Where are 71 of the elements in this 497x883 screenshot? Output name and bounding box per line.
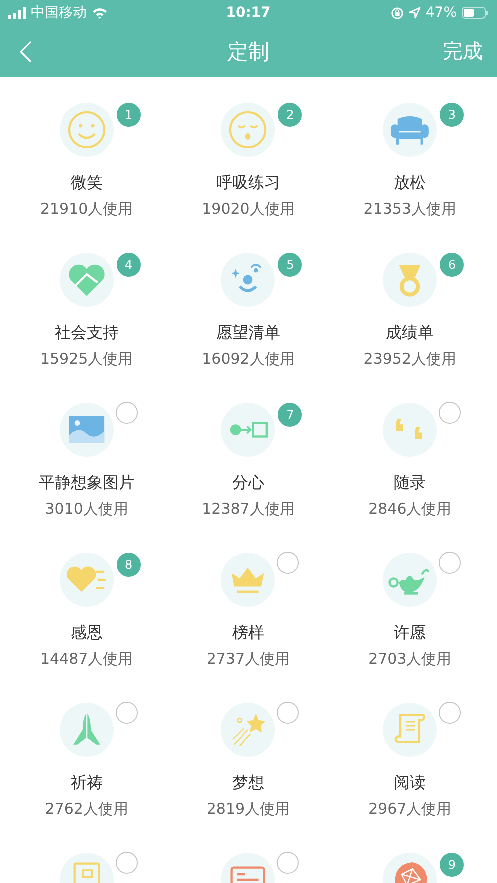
item-name: 祈祷 bbox=[70, 773, 103, 793]
usage-count: 2967人使用 bbox=[368, 799, 452, 819]
item-name: 成绩单 bbox=[386, 323, 434, 343]
battery-icon bbox=[462, 7, 489, 19]
item-name: 阅读 bbox=[394, 773, 426, 793]
page-title: 定制 bbox=[228, 38, 270, 66]
carrier-name: 中国移动 bbox=[31, 4, 87, 22]
usage-count: 14487人使用 bbox=[40, 649, 134, 669]
item-name: 社会支持 bbox=[54, 323, 119, 343]
select-circle[interactable] bbox=[277, 702, 300, 724]
sofa-icon bbox=[383, 103, 438, 157]
item-name: 愿望清单 bbox=[216, 323, 280, 343]
usage-count: 3010人使用 bbox=[45, 499, 128, 519]
rotation-lock-icon bbox=[390, 6, 404, 20]
item-name: 榜样 bbox=[232, 623, 264, 643]
done-button[interactable]: 完成 bbox=[443, 36, 483, 67]
smiley-icon bbox=[60, 103, 114, 157]
select-circle[interactable] bbox=[277, 552, 300, 574]
signal-icon bbox=[8, 7, 26, 19]
order-badge[interactable]: 4 bbox=[116, 253, 141, 277]
praying-hands-icon bbox=[60, 703, 114, 757]
heart-list-icon bbox=[60, 553, 114, 607]
lamp-icon bbox=[383, 553, 438, 607]
scroll-icon bbox=[383, 703, 438, 757]
usage-count: 2819人使用 bbox=[206, 799, 290, 819]
sleepy-face-icon bbox=[221, 103, 276, 157]
item-name: 感恩 bbox=[70, 623, 103, 643]
select-circle[interactable] bbox=[277, 852, 300, 874]
select-circle[interactable] bbox=[439, 552, 462, 574]
usage-count: 21353人使用 bbox=[364, 199, 457, 219]
usage-count: 15925人使用 bbox=[40, 349, 134, 369]
usage-count: 2737人使用 bbox=[206, 649, 290, 669]
usage-count: 12387人使用 bbox=[202, 499, 295, 519]
select-circle[interactable] bbox=[116, 852, 138, 874]
usage-count: 2762人使用 bbox=[45, 799, 128, 819]
crown-icon bbox=[221, 553, 276, 607]
order-badge[interactable]: 8 bbox=[116, 553, 141, 577]
order-badge[interactable]: 3 bbox=[440, 103, 464, 127]
battery-percent: 47% bbox=[426, 5, 457, 21]
select-circle[interactable] bbox=[439, 702, 462, 724]
item-name: 呼吸练习 bbox=[216, 173, 280, 193]
order-badge[interactable]: 2 bbox=[278, 103, 302, 127]
location-icon bbox=[408, 7, 421, 19]
select-circle[interactable] bbox=[116, 402, 138, 424]
select-circle[interactable] bbox=[439, 402, 462, 424]
item-name: 微笑 bbox=[70, 173, 103, 193]
item-name: 梦想 bbox=[232, 773, 264, 793]
usage-count: 23952人使用 bbox=[364, 349, 457, 369]
order-badge[interactable]: 9 bbox=[440, 853, 464, 877]
usage-count: 19020人使用 bbox=[202, 199, 295, 219]
order-badge[interactable]: 5 bbox=[278, 253, 302, 277]
order-badge[interactable]: 6 bbox=[440, 253, 464, 277]
select-circle[interactable] bbox=[116, 702, 138, 724]
order-badge[interactable]: 7 bbox=[278, 403, 302, 427]
order-badge[interactable]: 1 bbox=[116, 103, 141, 127]
image-icon bbox=[60, 403, 114, 457]
usage-count: 16092人使用 bbox=[202, 349, 295, 369]
item-name: 平静想象图片 bbox=[38, 473, 135, 493]
item-name: 随录 bbox=[394, 473, 426, 493]
status-time: 10:17 bbox=[226, 5, 271, 21]
back-button[interactable] bbox=[18, 38, 34, 64]
item-name: 分心 bbox=[232, 473, 264, 493]
clown-face-icon bbox=[221, 253, 276, 307]
usage-count: 2846人使用 bbox=[368, 499, 452, 519]
usage-count: 2703人使用 bbox=[368, 649, 452, 669]
wifi-icon bbox=[92, 7, 108, 19]
quote-icon bbox=[383, 403, 438, 457]
usage-count: 21910人使用 bbox=[40, 199, 134, 219]
item-name: 许愿 bbox=[394, 623, 426, 643]
medal-icon bbox=[383, 253, 438, 307]
item-name: 放松 bbox=[394, 173, 426, 193]
